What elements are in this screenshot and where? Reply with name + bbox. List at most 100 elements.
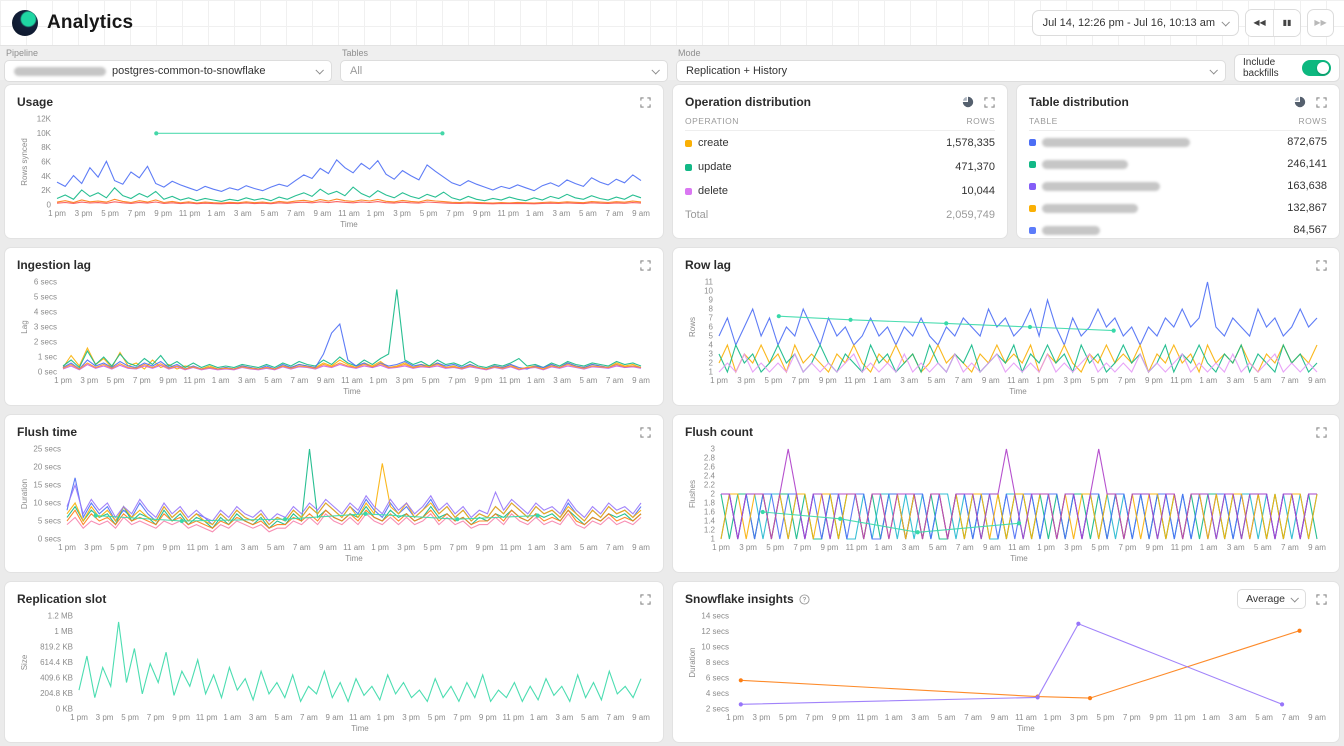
svg-text:614.4 KB: 614.4 KB — [40, 658, 73, 667]
expand-icon[interactable] — [984, 97, 995, 108]
svg-text:7 pm: 7 pm — [136, 543, 154, 552]
svg-text:9 am: 9 am — [982, 376, 1000, 385]
svg-text:1 am: 1 am — [885, 713, 903, 722]
snowflake-insights-chart: 2 secs4 secs6 secs8 secs10 secs12 secs14… — [685, 610, 1327, 735]
svg-text:5 pm: 5 pm — [764, 376, 782, 385]
svg-text:9 pm: 9 pm — [473, 209, 491, 218]
chevron-down-icon — [651, 66, 659, 74]
svg-text:4K: 4K — [41, 172, 51, 181]
date-range-picker[interactable]: Jul 14, 12:26 pm - Jul 16, 10:13 am — [1032, 10, 1239, 36]
svg-text:1.2 MB: 1.2 MB — [48, 612, 73, 621]
pipeline-label: Pipeline — [6, 48, 332, 58]
expand-icon[interactable] — [1316, 260, 1327, 271]
legend-swatch — [1029, 227, 1036, 234]
info-icon[interactable]: ? — [799, 594, 810, 605]
mode-select[interactable]: Replication + History — [676, 60, 1226, 82]
svg-text:9 pm: 9 pm — [479, 713, 497, 722]
svg-text:1 pm: 1 pm — [54, 376, 72, 385]
svg-text:3: 3 — [709, 350, 714, 359]
legend-swatch — [685, 164, 692, 171]
expand-icon[interactable] — [640, 260, 651, 271]
svg-text:7 am: 7 am — [1281, 376, 1299, 385]
svg-text:5 am: 5 am — [579, 209, 597, 218]
svg-text:5 pm: 5 pm — [107, 376, 125, 385]
svg-text:Time: Time — [351, 724, 369, 733]
svg-text:3 pm: 3 pm — [402, 713, 420, 722]
legend-swatch — [685, 188, 692, 195]
svg-text:7 am: 7 am — [606, 376, 624, 385]
svg-text:1 am: 1 am — [528, 543, 546, 552]
table-row: 163,638 — [1029, 175, 1327, 197]
svg-text:7 pm: 7 pm — [793, 543, 811, 552]
include-backfills-toggle[interactable] — [1302, 60, 1331, 76]
svg-text:Time: Time — [1009, 387, 1027, 396]
svg-text:5 am: 5 am — [260, 209, 278, 218]
tables-label: Tables — [342, 48, 668, 58]
fast-forward-button[interactable]: ▶▶ — [1307, 9, 1334, 37]
svg-text:4 secs: 4 secs — [706, 689, 729, 698]
row-count: 872,675 — [1287, 136, 1327, 148]
svg-text:4: 4 — [709, 341, 714, 350]
redacted-table-name — [1042, 138, 1190, 147]
svg-text:7 pm: 7 pm — [453, 713, 471, 722]
svg-text:9 pm: 9 pm — [172, 713, 190, 722]
svg-text:1 am: 1 am — [527, 376, 545, 385]
svg-text:11 am: 11 am — [343, 543, 365, 552]
playback-controls: ◀◀ ▮▮ — [1245, 9, 1301, 37]
svg-text:1.2: 1.2 — [704, 526, 716, 535]
svg-text:11 pm: 11 pm — [1174, 713, 1196, 722]
svg-text:Time: Time — [343, 387, 361, 396]
svg-text:9 pm: 9 pm — [154, 209, 172, 218]
expand-icon[interactable] — [1316, 594, 1327, 605]
expand-icon[interactable] — [1316, 97, 1327, 108]
svg-text:Size: Size — [20, 654, 29, 670]
svg-text:409.6 KB: 409.6 KB — [40, 674, 73, 683]
table-row: 872,675 — [1029, 131, 1327, 153]
svg-text:7: 7 — [709, 314, 714, 323]
rewind-button[interactable]: ◀◀ — [1246, 10, 1273, 36]
date-range-label: Jul 14, 12:26 pm - Jul 16, 10:13 am — [1043, 17, 1215, 29]
svg-text:9 pm: 9 pm — [159, 376, 177, 385]
tables-select[interactable]: All — [340, 60, 668, 82]
svg-text:1 pm: 1 pm — [1037, 543, 1055, 552]
svg-text:7 am: 7 am — [300, 713, 318, 722]
row-count: 246,141 — [1287, 158, 1327, 170]
table-row: delete10,044 — [685, 179, 995, 203]
card-table-distribution: Table distribution TABLE ROWS 872,675246… — [1016, 84, 1340, 239]
table-row: 246,141 — [1029, 153, 1327, 175]
expand-icon[interactable] — [640, 97, 651, 108]
card-flush-time: Flush time 0 secs5 secs10 secs15 secs20 … — [4, 414, 664, 573]
pie-chart-toggle-icon[interactable] — [1294, 96, 1306, 108]
svg-text:9 pm: 9 pm — [162, 543, 180, 552]
svg-text:3 pm: 3 pm — [96, 713, 114, 722]
aggregate-select[interactable]: Average — [1237, 589, 1306, 609]
svg-text:3: 3 — [711, 445, 716, 454]
fast-forward-icon: ▶▶ — [1314, 18, 1326, 27]
svg-text:7 am: 7 am — [956, 543, 974, 552]
svg-text:7 am: 7 am — [955, 376, 973, 385]
app-header: Analytics Jul 14, 12:26 pm - Jul 16, 10:… — [0, 0, 1344, 46]
pipeline-select[interactable]: postgres-common-to-snowflake — [4, 60, 332, 82]
svg-text:5 pm: 5 pm — [1091, 543, 1109, 552]
svg-text:3 pm: 3 pm — [75, 209, 93, 218]
pie-chart-toggle-icon[interactable] — [962, 96, 974, 108]
expand-icon[interactable] — [640, 427, 651, 438]
svg-text:11 pm: 11 pm — [844, 376, 866, 385]
expand-icon[interactable] — [640, 594, 651, 605]
svg-text:9 am: 9 am — [632, 376, 650, 385]
svg-text:1 pm: 1 pm — [369, 376, 387, 385]
svg-text:Flushes: Flushes — [688, 480, 697, 508]
svg-text:5 am: 5 am — [267, 543, 285, 552]
expand-icon[interactable] — [1316, 427, 1327, 438]
svg-text:11 pm: 11 pm — [1170, 376, 1192, 385]
svg-text:5 pm: 5 pm — [1091, 376, 1109, 385]
pause-button[interactable]: ▮▮ — [1273, 10, 1300, 36]
card-title: Row lag — [685, 258, 731, 272]
svg-text:1 am: 1 am — [873, 376, 891, 385]
table-row: 132,867 — [1029, 197, 1327, 219]
svg-text:3 am: 3 am — [1227, 543, 1245, 552]
svg-text:1.8: 1.8 — [704, 499, 716, 508]
svg-text:3 secs: 3 secs — [34, 323, 57, 332]
svg-text:11 pm: 11 pm — [846, 543, 868, 552]
flush-count-chart: 11.21.41.61.822.22.42.62.831 pm3 pm5 pm7… — [685, 443, 1327, 565]
